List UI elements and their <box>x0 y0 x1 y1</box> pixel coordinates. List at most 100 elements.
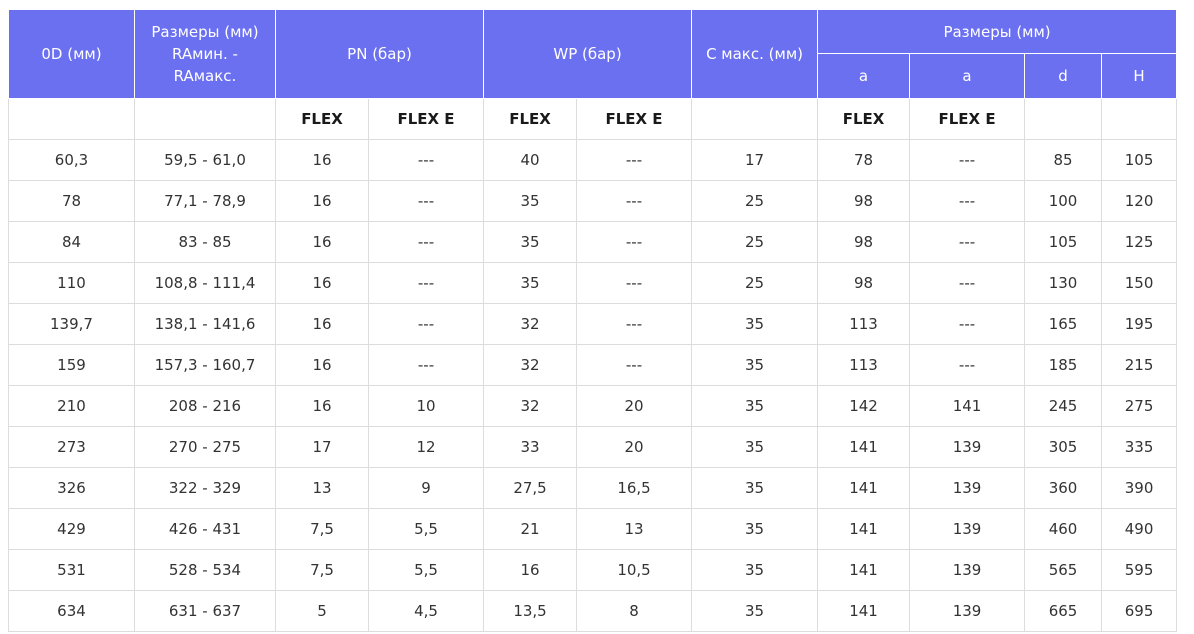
cell-c-max: 25 <box>691 262 819 304</box>
cell-a-flex-e: --- <box>909 303 1026 345</box>
cell-wp-flex-e: 13 <box>576 508 693 550</box>
cell-a-flex-e: --- <box>909 262 1026 304</box>
cell-wp-flex-e: --- <box>576 139 693 181</box>
cell-od: 326 <box>8 467 135 509</box>
cell-ra-range: 426 - 431 <box>134 508 276 550</box>
cell-a-flex: 78 <box>817 139 911 181</box>
cell-a-flex: 98 <box>817 262 911 304</box>
cell-a-flex-e: 139 <box>909 549 1026 591</box>
cell-wp-flex: 40 <box>483 139 578 181</box>
cell-wp-flex-e: 8 <box>576 590 693 632</box>
cell-ra-range: 322 - 329 <box>134 467 276 509</box>
header-sub-a-flex: a <box>817 53 911 99</box>
cell-wp-flex-e: --- <box>576 180 693 222</box>
variant-empty-d <box>1024 98 1103 140</box>
cell-d: 305 <box>1024 426 1103 468</box>
header-sub-a-flex-e: a <box>909 53 1026 99</box>
cell-c-max: 35 <box>691 549 819 591</box>
cell-ra-range: 157,3 - 160,7 <box>134 344 276 386</box>
cell-pn-flex-e: 12 <box>367 426 485 468</box>
cell-a-flex-e: --- <box>909 139 1026 181</box>
cell-c-max: 35 <box>691 590 819 632</box>
cell-d: 185 <box>1024 344 1103 386</box>
variant-empty-c <box>691 98 819 140</box>
cell-pn-flex-e: 10 <box>367 385 485 427</box>
cell-c-max: 25 <box>691 221 819 263</box>
cell-od: 84 <box>8 221 135 263</box>
cell-a-flex-e: --- <box>909 180 1026 222</box>
cell-wp-flex: 35 <box>483 262 578 304</box>
cell-a-flex: 113 <box>817 303 911 345</box>
cell-wp-flex: 35 <box>483 180 578 222</box>
cell-od: 110 <box>8 262 135 304</box>
variant-pn-flex-e: FLEX E <box>367 98 485 140</box>
cell-ra-range: 108,8 - 111,4 <box>134 262 276 304</box>
variant-empty-od <box>8 98 135 140</box>
cell-a-flex-e: 139 <box>909 467 1026 509</box>
cell-pn-flex: 13 <box>275 467 369 509</box>
cell-a-flex: 141 <box>817 549 911 591</box>
table-row: 159 157,3 - 160,7 16 --- 32 --- 35 113 --- 185 215 <box>8 344 1178 386</box>
table-row: 273 270 - 275 17 12 33 20 35 141 139 305 335 <box>8 426 1178 468</box>
cell-od: 429 <box>8 508 135 550</box>
table-row: 326 322 - 329 13 9 27,5 16,5 35 141 139 360 390 <box>8 467 1178 509</box>
variant-pn-flex: FLEX <box>275 98 369 140</box>
cell-ra-range: 528 - 534 <box>134 549 276 591</box>
table-header: 0D (мм) Размеры (мм) RAмин. - RAмакс. PN… <box>8 9 1178 99</box>
table-row: 84 83 - 85 16 --- 35 --- 25 98 --- 105 125 <box>8 221 1178 263</box>
specification-table: 0D (мм) Размеры (мм) RAмин. - RAмакс. PN… <box>8 9 1178 632</box>
header-pn: PN (бар) <box>274 9 485 99</box>
cell-pn-flex-e: --- <box>367 139 485 181</box>
cell-ra-range: 208 - 216 <box>134 385 276 427</box>
cell-a-flex-e: 139 <box>909 426 1026 468</box>
table-row: 531 528 - 534 7,5 5,5 16 10,5 35 141 139 565 595 <box>8 549 1178 591</box>
cell-h: 125 <box>1101 221 1178 263</box>
cell-pn-flex-e: --- <box>367 180 485 222</box>
variant-empty-h <box>1101 98 1178 140</box>
cell-c-max: 17 <box>691 139 819 181</box>
cell-od: 273 <box>8 426 135 468</box>
cell-d: 130 <box>1024 262 1103 304</box>
cell-pn-flex: 16 <box>275 385 369 427</box>
cell-wp-flex: 33 <box>483 426 578 468</box>
header-sub-h: H <box>1101 53 1178 99</box>
table-row: 429 426 - 431 7,5 5,5 21 13 35 141 139 460 490 <box>8 508 1178 550</box>
variant-a-flex: FLEX <box>817 98 911 140</box>
cell-wp-flex: 35 <box>483 221 578 263</box>
table-row: 78 77,1 - 78,9 16 --- 35 --- 25 98 --- 100 120 <box>8 180 1178 222</box>
cell-wp-flex-e: --- <box>576 303 693 345</box>
header-c-max: C макс. (мм) <box>691 9 819 99</box>
cell-d: 100 <box>1024 180 1103 222</box>
cell-wp-flex-e: 20 <box>576 385 693 427</box>
cell-h: 120 <box>1101 180 1178 222</box>
cell-c-max: 35 <box>691 385 819 427</box>
cell-wp-flex-e: --- <box>576 262 693 304</box>
cell-d: 565 <box>1024 549 1103 591</box>
cell-pn-flex-e: --- <box>367 262 485 304</box>
cell-a-flex: 141 <box>817 426 911 468</box>
cell-od: 60,3 <box>8 139 135 181</box>
cell-wp-flex-e: --- <box>576 221 693 263</box>
header-ra-range: Размеры (мм) RAмин. - RAмакс. <box>134 9 276 99</box>
cell-wp-flex: 32 <box>483 303 578 345</box>
cell-d: 85 <box>1024 139 1103 181</box>
table-row: 139,7 138,1 - 141,6 16 --- 32 --- 35 113 --- 165 1… <box>8 303 1178 345</box>
cell-h: 150 <box>1101 262 1178 304</box>
cell-a-flex: 141 <box>817 467 911 509</box>
cell-c-max: 35 <box>691 303 819 345</box>
cell-a-flex-e: 141 <box>909 385 1026 427</box>
header-dimensions: Размеры (мм) <box>817 9 1178 54</box>
cell-ra-range: 270 - 275 <box>134 426 276 468</box>
cell-wp-flex-e: 10,5 <box>576 549 693 591</box>
cell-od: 78 <box>8 180 135 222</box>
cell-od: 210 <box>8 385 135 427</box>
cell-od: 634 <box>8 590 135 632</box>
cell-h: 390 <box>1101 467 1178 509</box>
cell-wp-flex: 13,5 <box>483 590 578 632</box>
cell-c-max: 25 <box>691 180 819 222</box>
cell-d: 460 <box>1024 508 1103 550</box>
cell-pn-flex: 7,5 <box>275 508 369 550</box>
cell-d: 245 <box>1024 385 1103 427</box>
cell-ra-range: 631 - 637 <box>134 590 276 632</box>
cell-pn-flex-e: --- <box>367 344 485 386</box>
